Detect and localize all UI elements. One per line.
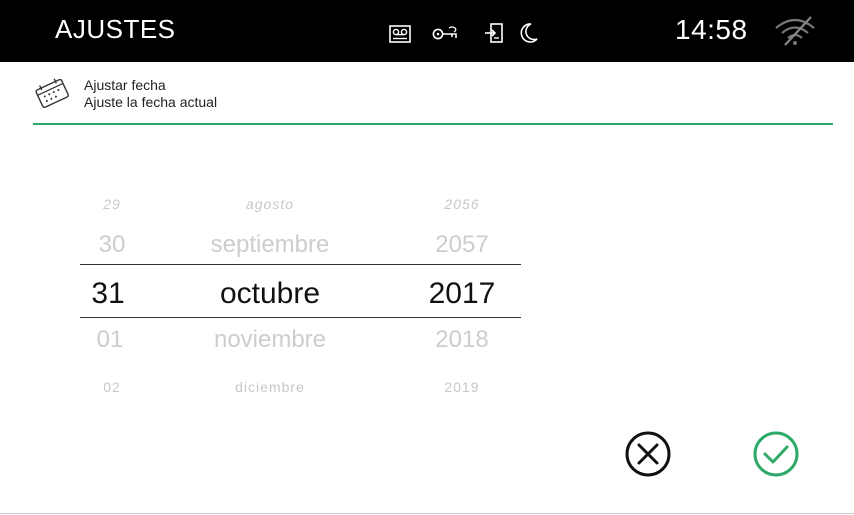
month-option[interactable]: diciembre: [235, 379, 305, 395]
intercom-icon: [389, 25, 411, 48]
moon-icon: [519, 22, 539, 49]
year-option[interactable]: 2018: [435, 326, 488, 354]
cancel-button[interactable]: [624, 430, 672, 478]
day-option[interactable]: 02: [103, 379, 121, 395]
page-title: AJUSTES: [55, 14, 176, 44]
bottom-divider: [0, 513, 854, 514]
year-selected[interactable]: 2017: [429, 277, 496, 311]
month-option[interactable]: agosto: [246, 196, 294, 212]
year-option[interactable]: 2057: [435, 231, 488, 259]
confirm-icon: [752, 431, 800, 482]
year-option[interactable]: 2019: [444, 379, 479, 395]
selection-top-line: [80, 264, 521, 265]
door-exit-icon: [484, 23, 504, 48]
cancel-icon: [624, 431, 672, 482]
month-selected[interactable]: octubre: [220, 277, 320, 311]
section-subtitle: Ajuste la fecha actual: [84, 94, 218, 110]
day-option[interactable]: 29: [103, 196, 121, 212]
day-option[interactable]: 30: [99, 231, 126, 259]
day-option[interactable]: 01: [97, 326, 124, 354]
selection-bottom-line: [80, 317, 521, 318]
top-bar: AJUSTES 14:58: [0, 0, 854, 62]
wifi-off-icon[interactable]: [773, 16, 817, 51]
confirm-button[interactable]: [752, 430, 800, 478]
year-option[interactable]: 2056: [444, 196, 479, 212]
header-divider: [33, 123, 833, 125]
month-option[interactable]: noviembre: [214, 326, 326, 354]
month-option[interactable]: septiembre: [211, 231, 330, 259]
day-selected[interactable]: 31: [91, 277, 124, 311]
calendar-icon: [32, 78, 72, 113]
key-icon: [432, 26, 460, 47]
section-title: Ajustar fecha: [84, 77, 166, 93]
clock: 14:58: [675, 14, 748, 45]
